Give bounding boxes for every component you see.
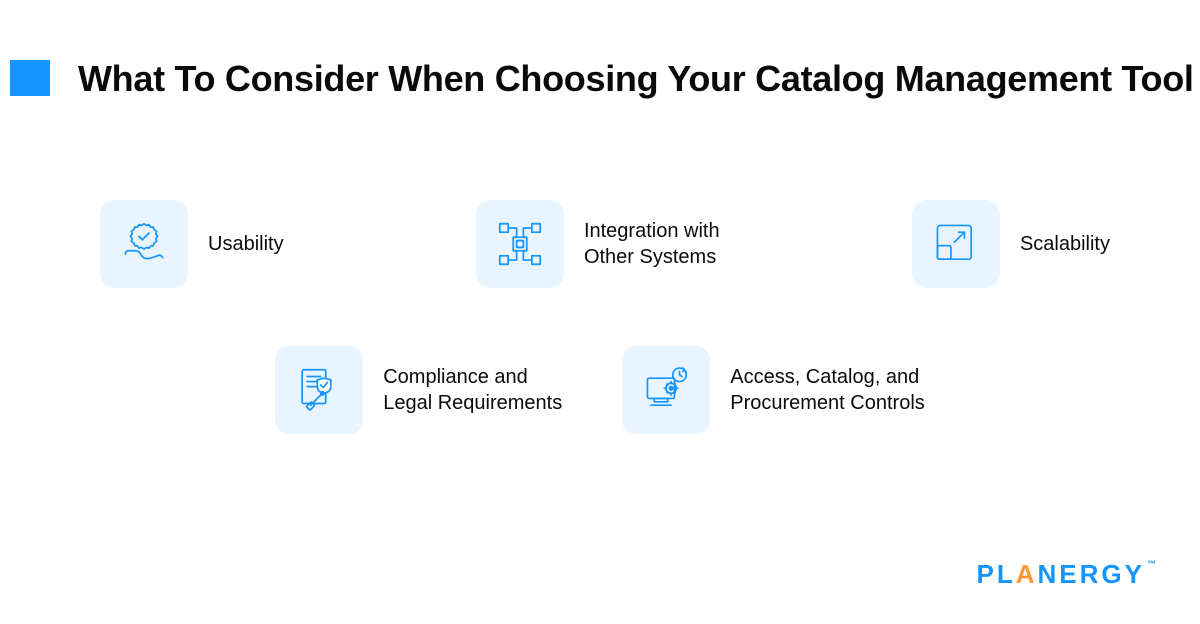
integration-icon — [476, 200, 564, 288]
usability-icon — [100, 200, 188, 288]
brand-logo: PLANERGY™ — [977, 559, 1156, 590]
items-grid: Usability — [0, 200, 1200, 434]
page-title: What To Consider When Choosing Your Cata… — [78, 56, 1194, 101]
item-usability: Usability — [100, 200, 284, 288]
row-bottom: Compliance andLegal Requirements — [0, 346, 1200, 434]
compliance-icon — [275, 346, 363, 434]
item-label: Access, Catalog, andProcurement Controls — [730, 364, 925, 416]
logo-tm: ™ — [1147, 559, 1156, 569]
item-label: Compliance andLegal Requirements — [383, 364, 562, 416]
header: What To Consider When Choosing Your Cata… — [0, 0, 1200, 101]
item-label: Integration withOther Systems — [584, 218, 720, 270]
item-integration: Integration withOther Systems — [476, 200, 720, 288]
logo-text: PLANERGY — [977, 559, 1145, 589]
accent-bar — [10, 60, 50, 96]
item-scalability: Scalability — [912, 200, 1110, 288]
access-controls-icon — [622, 346, 710, 434]
item-access-controls: Access, Catalog, andProcurement Controls — [622, 346, 925, 434]
item-label: Usability — [208, 231, 284, 257]
scalability-icon — [912, 200, 1000, 288]
item-compliance: Compliance andLegal Requirements — [275, 346, 562, 434]
item-label: Scalability — [1020, 231, 1110, 257]
row-top: Usability — [0, 200, 1200, 288]
